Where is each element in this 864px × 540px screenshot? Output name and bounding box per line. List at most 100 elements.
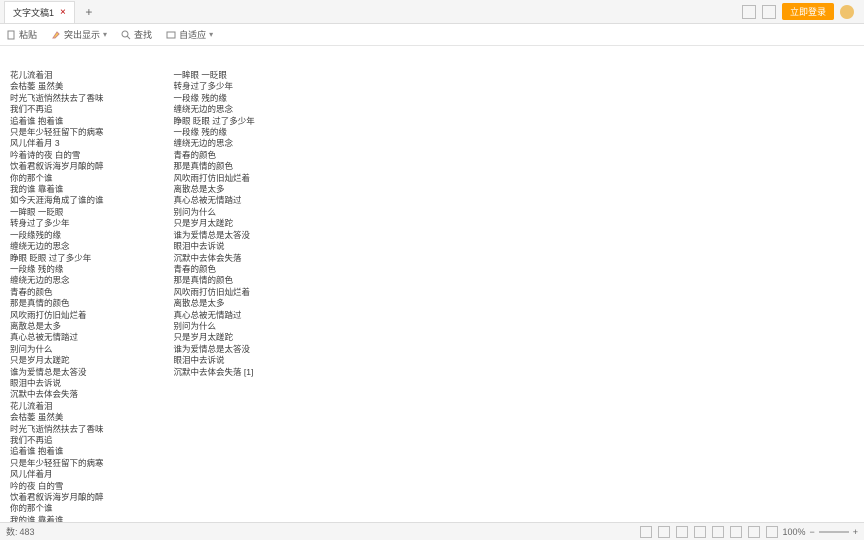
tab-bar: 文字文稿1 × + 立即登录 [0, 0, 864, 24]
status-icon-2[interactable] [658, 526, 670, 538]
layout-icon-1[interactable] [742, 5, 756, 19]
document-content: 花儿流着泪会枯萎 虽然美时光飞逝悄然扶去了香味我们不再追追着谁 抱着谁只是年少轻… [0, 46, 864, 522]
zoom-out-button[interactable]: − [809, 527, 814, 537]
paste-label: 粘贴 [19, 28, 37, 41]
lyric-line: 别问为什么 [174, 207, 255, 217]
lyric-line: 只是岁月太蹉跎 [10, 355, 104, 365]
paste-icon [6, 30, 16, 40]
lyric-line: 青春的颜色 [174, 264, 255, 274]
lyric-line: 你的那个谁 [10, 173, 104, 183]
lyric-line: 谁为爱情总是太答没 [174, 230, 255, 240]
lyric-line: 你的那个谁 [10, 503, 104, 513]
lyric-line: 眼泪中去诉说 [10, 378, 104, 388]
lyric-line: 缠绕无边的思念 [174, 104, 255, 114]
view-icon-4[interactable] [748, 526, 760, 538]
lyric-line: 真心总被无情踏过 [10, 332, 104, 342]
lyric-line: 一眸眼 一眨眼 [10, 207, 104, 217]
lyric-line: 饮着君叙诉海岁月酿的醉 [10, 492, 104, 502]
view-icon-1[interactable] [694, 526, 706, 538]
login-button[interactable]: 立即登录 [782, 3, 834, 20]
highlight-icon [51, 30, 61, 40]
find-button[interactable]: 查找 [121, 28, 152, 41]
zoom-value: 100% [782, 527, 805, 537]
lyric-line: 只是年少轻狂留下的病寒 [10, 458, 104, 468]
lyric-line: 沉默中去体会失落 [174, 253, 255, 263]
lyric-line: 只是岁月太蹉跎 [174, 332, 255, 342]
lyric-line: 风吹雨打仿旧灿烂着 [174, 173, 255, 183]
toolbar: 粘贴 突出显示 ▾ 查找 自适应 ▾ [0, 24, 864, 46]
lyric-line: 追着谁 抱着谁 [10, 116, 104, 126]
lyric-line: 谁为爱情总是太答没 [10, 367, 104, 377]
lyric-line: 眼泪中去诉说 [174, 241, 255, 251]
lyric-line: 花儿流着泪 [10, 401, 104, 411]
paste-button[interactable]: 粘贴 [6, 28, 37, 41]
lyric-line: 风吹雨打仿旧灿烂着 [174, 287, 255, 297]
lyric-line: 一段缘 残的缘 [10, 264, 104, 274]
lyric-line: 时光飞逝悄然扶去了香味 [10, 93, 104, 103]
lyric-line: 睁眼 眨眼 过了多少年 [10, 253, 104, 263]
lyric-line: 那是真情的颜色 [174, 161, 255, 171]
lyric-line: 一段缘 残的缘 [174, 127, 255, 137]
view-icon-3[interactable] [730, 526, 742, 538]
zoom-in-button[interactable]: + [853, 527, 858, 537]
document-tab[interactable]: 文字文稿1 × [4, 1, 75, 23]
lyric-line: 我们不再追 [10, 104, 104, 114]
highlight-label: 突出显示 [64, 28, 100, 41]
lyric-line: 缠绕无边的思念 [10, 275, 104, 285]
lyric-line: 转身过了多少年 [174, 81, 255, 91]
status-icon-3[interactable] [676, 526, 688, 538]
adapt-label: 自适应 [179, 28, 206, 41]
page-count-label: 数: [6, 525, 18, 538]
zoom-control: 100% − + [766, 526, 858, 538]
lyric-line: 如今天涯海角成了谁的谁 [10, 195, 104, 205]
adapt-button[interactable]: 自适应 ▾ [166, 28, 213, 41]
lyric-line: 一段缘残的缘 [10, 230, 104, 240]
lyric-line: 沉默中去体会失落 [1] [174, 367, 255, 377]
lyric-line: 时光飞逝悄然扶去了香味 [10, 424, 104, 434]
lyric-line: 风儿伴着月 [10, 469, 104, 479]
lyric-line: 青春的颜色 [10, 287, 104, 297]
lyric-line: 吟着诗的夜 白的雪 [10, 150, 104, 160]
lyric-line: 真心总被无情踏过 [174, 195, 255, 205]
lyric-line: 我的谁 靠着谁 [10, 184, 104, 194]
lyric-line: 风吹雨打仿旧灿烂着 [10, 310, 104, 320]
lyric-line: 风儿伴着月 3 [10, 138, 104, 148]
find-label: 查找 [134, 28, 152, 41]
lyric-line: 吟的夜 白的雪 [10, 481, 104, 491]
lyric-line: 离散总是太多 [174, 184, 255, 194]
text-column-2: 一眸眼 一眨眼转身过了多少年一段缘 残的缘缠绕无边的思念睁眼 眨眼 过了多少年一… [174, 70, 255, 522]
layout-icon-2[interactable] [762, 5, 776, 19]
lyric-line: 谁为爱情总是太答没 [174, 344, 255, 354]
status-icon-1[interactable] [640, 526, 652, 538]
lyric-line: 那是真情的颜色 [10, 298, 104, 308]
tab-add-button[interactable]: + [79, 5, 99, 19]
lyric-line: 一段缘 残的缘 [174, 93, 255, 103]
search-icon [121, 30, 131, 40]
zoom-fit-icon[interactable] [766, 526, 778, 538]
view-icon-2[interactable] [712, 526, 724, 538]
tab-close-icon[interactable]: × [60, 7, 66, 18]
lyric-line: 真心总被无情踏过 [174, 310, 255, 320]
lyric-line: 饮着君叙诉海岁月酿的醉 [10, 161, 104, 171]
highlight-button[interactable]: 突出显示 ▾ [51, 28, 107, 41]
chevron-down-icon: ▾ [103, 30, 107, 39]
lyric-line: 只是年少轻狂留下的病寒 [10, 127, 104, 137]
lyric-line: 离散总是太多 [10, 321, 104, 331]
page-count-value: 483 [20, 527, 35, 537]
lyric-line: 会枯萎 虽然美 [10, 412, 104, 422]
lyric-line: 青春的颜色 [174, 150, 255, 160]
lyric-line: 只是岁月太蹉跎 [174, 218, 255, 228]
lyric-line: 花儿流着泪 [10, 70, 104, 80]
chevron-down-icon: ▾ [209, 30, 213, 39]
lyric-line: 会枯萎 虽然美 [10, 81, 104, 91]
lyric-line: 缠绕无边的思念 [174, 138, 255, 148]
lyric-line: 我的谁 靠着谁 [10, 515, 104, 522]
lyric-line: 别问为什么 [174, 321, 255, 331]
lyric-line: 别问为什么 [10, 344, 104, 354]
zoom-slider[interactable] [819, 531, 849, 533]
lyric-line: 缠绕无边的思念 [10, 241, 104, 251]
lyric-line: 那是真情的颜色 [174, 275, 255, 285]
avatar[interactable] [840, 5, 854, 19]
lyric-line: 眼泪中去诉说 [174, 355, 255, 365]
lyric-line: 追着谁 抱着谁 [10, 446, 104, 456]
